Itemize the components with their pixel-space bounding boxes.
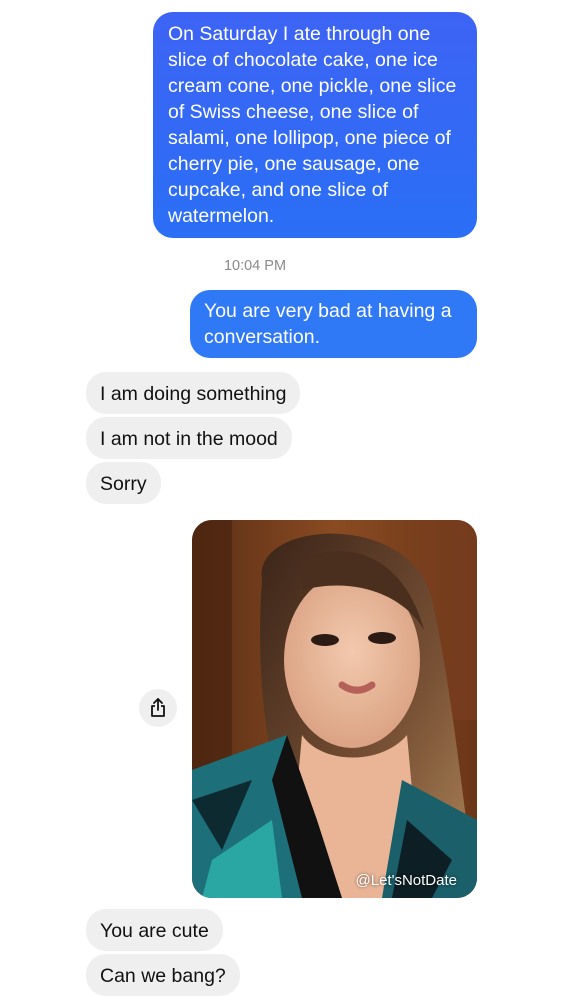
sent-message-bubble[interactable]: On Saturday I ate through one slice of c… <box>153 12 477 238</box>
share-button[interactable] <box>139 689 177 727</box>
share-icon <box>151 698 165 717</box>
message-text: I am doing something <box>100 383 287 405</box>
watermark-text: @Let'sNotDate <box>355 872 457 889</box>
message-text: On Saturday I ate through one slice of c… <box>168 23 457 227</box>
received-message-bubble[interactable]: I am not in the mood <box>86 417 292 459</box>
received-message-bubble[interactable]: Sorry <box>86 462 161 504</box>
photo-message[interactable]: @Let'sNotDate <box>192 520 477 898</box>
selfie-photo <box>192 520 477 898</box>
message-text: You are cute <box>100 920 209 942</box>
received-message-bubble[interactable]: You are cute <box>86 909 223 951</box>
sent-message-bubble[interactable]: You are very bad at having a conversatio… <box>190 290 477 358</box>
message-timestamp: 10:04 PM <box>223 258 287 274</box>
message-text: I am not in the mood <box>100 428 278 450</box>
received-message-bubble[interactable]: I am doing something <box>86 372 301 414</box>
received-message-bubble[interactable]: Can we bang? <box>86 954 240 996</box>
message-text: Can we bang? <box>100 965 226 987</box>
message-text: You are very bad at having a conversatio… <box>204 300 452 348</box>
message-text: Sorry <box>100 473 147 495</box>
